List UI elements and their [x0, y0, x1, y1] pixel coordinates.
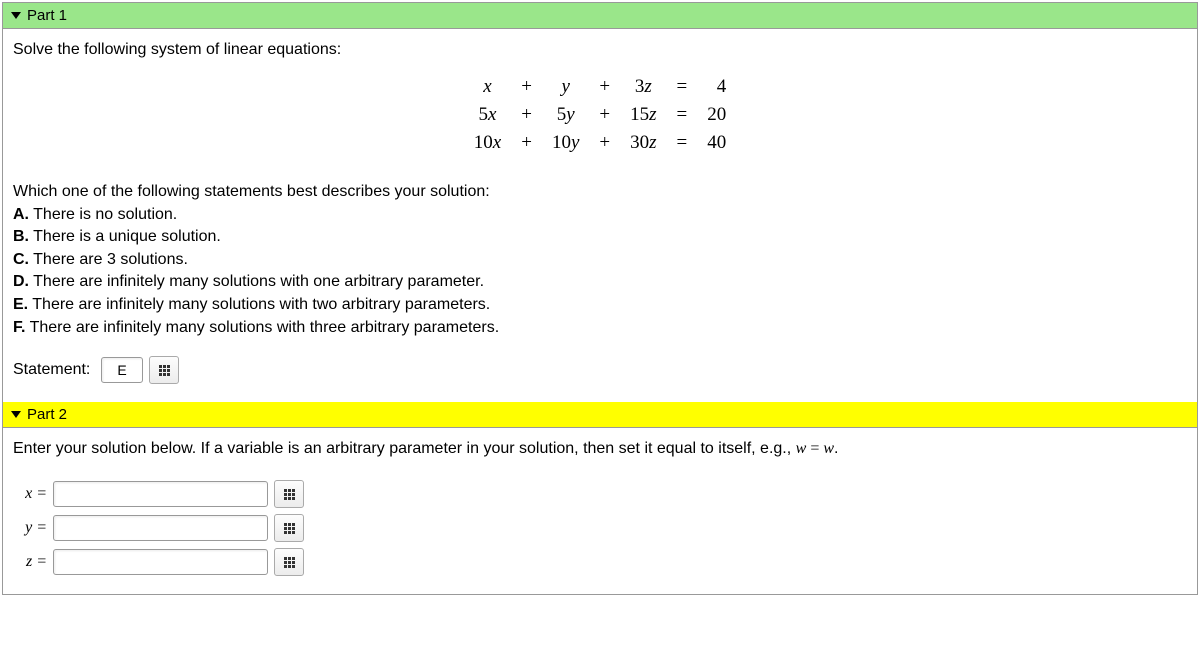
part1-header[interactable]: Part 1 — [3, 3, 1197, 29]
mc-option-f: F. There are infinitely many solutions w… — [13, 317, 1187, 339]
z-label: z = — [17, 553, 47, 571]
part2-instruction: Enter your solution below. If a variable… — [13, 440, 1187, 458]
keypad-icon — [284, 523, 295, 534]
keypad-button[interactable] — [149, 356, 179, 384]
z-input[interactable] — [53, 549, 268, 575]
keypad-icon — [159, 365, 170, 376]
part2-title: Part 2 — [27, 406, 67, 423]
mc-option-e: E. There are infinitely many solutions w… — [13, 294, 1187, 316]
statement-input[interactable] — [101, 357, 143, 383]
mc-option-d: D. There are infinitely many solutions w… — [13, 271, 1187, 293]
equation-row: 5x + 5y + 15z = 20 — [464, 101, 736, 129]
x-label: x = — [17, 485, 47, 503]
part2-header[interactable]: Part 2 — [3, 402, 1197, 428]
statement-label: Statement: — [13, 361, 95, 379]
mc-option-a: A. There is no solution. — [13, 204, 1187, 226]
equation-system: x + y + 3z = 4 5x + 5y + 15z = 20 — [13, 73, 1187, 157]
equation-row: 10x + 10y + 30z = 40 — [464, 129, 736, 157]
y-input[interactable] — [53, 515, 268, 541]
mc-question-block: Which one of the following statements be… — [13, 181, 1187, 338]
equation-row: x + y + 3z = 4 — [464, 73, 736, 101]
part1-content: Solve the following system of linear equ… — [3, 29, 1197, 402]
keypad-button[interactable] — [274, 548, 304, 576]
part1-prompt: Solve the following system of linear equ… — [13, 41, 1187, 59]
keypad-icon — [284, 489, 295, 500]
x-input[interactable] — [53, 481, 268, 507]
part2-content: Enter your solution below. If a variable… — [3, 428, 1197, 594]
y-label: y = — [17, 519, 47, 537]
keypad-button[interactable] — [274, 514, 304, 542]
mc-option-c: C. There are 3 solutions. — [13, 249, 1187, 271]
keypad-icon — [284, 557, 295, 568]
part1-title: Part 1 — [27, 7, 67, 24]
caret-down-icon — [11, 12, 21, 19]
mc-question: Which one of the following statements be… — [13, 181, 1187, 203]
keypad-button[interactable] — [274, 480, 304, 508]
caret-down-icon — [11, 411, 21, 418]
mc-option-b: B. There is a unique solution. — [13, 226, 1187, 248]
